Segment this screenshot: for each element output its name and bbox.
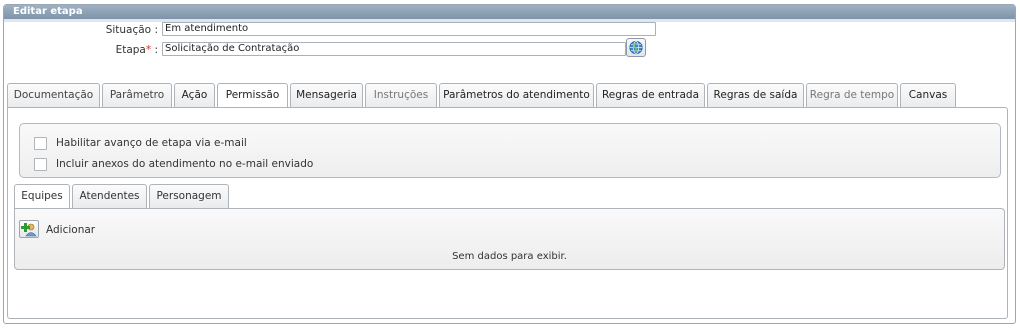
etapa-lookup-button[interactable] [626,38,646,57]
tab-regra-tempo[interactable]: Regra de tempo [806,83,898,107]
situacao-field[interactable]: Em atendimento [162,22,656,36]
add-label: Adicionar [46,224,96,236]
situacao-colon: : [154,24,158,36]
tab-regras-entrada[interactable]: Regras de entrada [596,83,705,107]
subtab-equipes[interactable]: Equipes [14,184,70,209]
equipes-grid: Adicionar Sem dados para exibir. [14,208,1005,270]
empty-message: Sem dados para exibir. [452,251,567,262]
main-tabs: Documentação Parâmetro Ação Permissão Me… [7,83,958,108]
etapa-colon: : [154,44,158,56]
add-person-icon [21,223,37,237]
tab-acao[interactable]: Ação [174,83,215,107]
email-options-box: Habilitar avanço de etapa via e-mail Inc… [19,123,1001,178]
attach-label: Incluir anexos do atendimento no e-mail … [56,158,314,170]
situacao-label: Situação : [60,24,158,36]
email-advance-label: Habilitar avanço de etapa via e-mail [56,137,247,149]
permission-subtabs: Equipes Atendentes Personagem [14,184,231,209]
attach-checkbox[interactable] [34,158,47,171]
situacao-label-text: Situação [105,24,152,36]
etapa-label-text: Etapa [115,44,146,56]
globe-icon [629,40,643,55]
etapa-field[interactable]: Solicitação de Contratação [162,42,626,56]
subtab-atendentes[interactable]: Atendentes [72,184,147,208]
tab-parametro[interactable]: Parâmetro [102,83,172,107]
tab-permissao[interactable]: Permissão [217,83,288,108]
panel-title: Editar etapa [4,5,1015,19]
tab-documentacao[interactable]: Documentação [7,83,100,107]
tab-mensageria[interactable]: Mensageria [290,83,363,107]
tab-canvas[interactable]: Canvas [900,83,956,107]
tab-instrucoes[interactable]: Instruções [365,83,437,107]
etapa-label: Etapa* : [60,44,158,56]
subtab-personagem[interactable]: Personagem [149,184,229,208]
email-advance-checkbox[interactable] [34,137,47,150]
permission-tab-content: Habilitar avanço de etapa via e-mail Inc… [7,107,1008,319]
add-button[interactable] [19,220,39,238]
required-asterisk: * [145,44,152,56]
tab-parametros-atendimento[interactable]: Parâmetros do atendimento [439,83,594,107]
tab-regras-saida[interactable]: Regras de saída [707,83,804,107]
